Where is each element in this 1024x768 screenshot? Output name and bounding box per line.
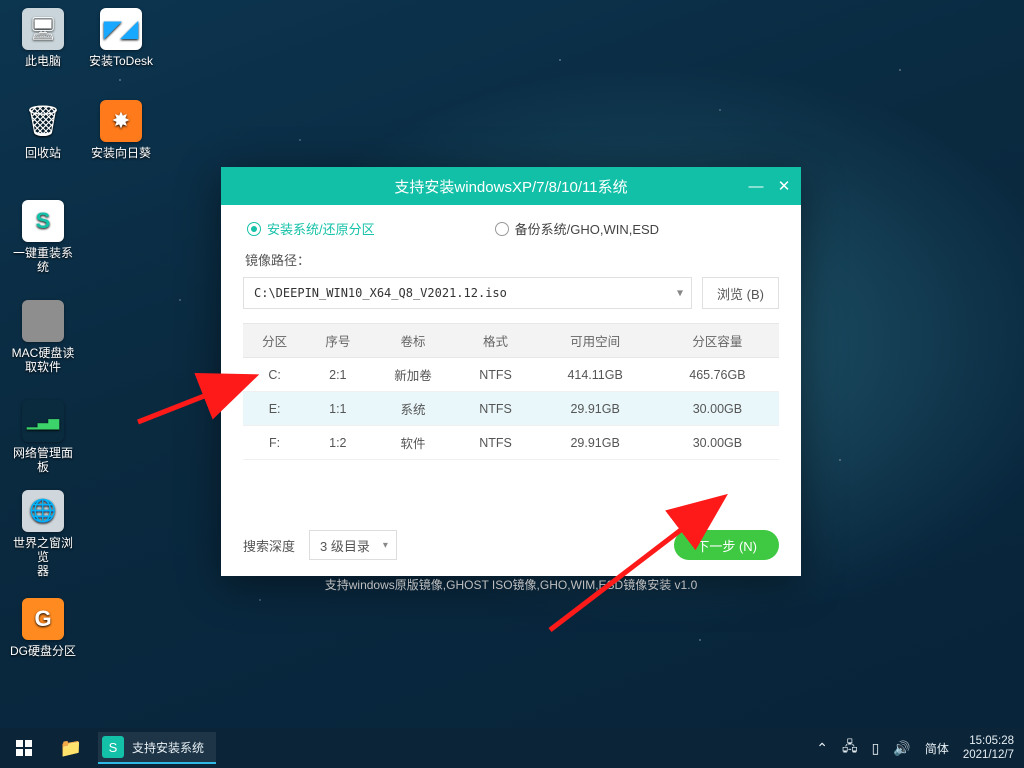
cell-fmt: NTFS [457,358,535,392]
cell-free: 414.11GB [534,358,655,392]
taskbar-explorer[interactable]: 📁 [48,728,94,768]
desktop-icon-label: 此电脑 [8,54,78,68]
app-icon: S [102,736,124,758]
table-row[interactable]: F:1:2软件NTFS29.91GB30.00GB [243,426,779,460]
desktop-icon-todesk[interactable]: ◤◢ 安装ToDesk [86,8,156,68]
desktop-icon-label: 一键重装系统 [8,246,78,274]
image-path-value: C:\DEEPIN_WIN10_X64_Q8_V2021.12.iso [254,286,507,300]
table-row[interactable]: E:1:1系统NTFS29.91GB30.00GB [243,392,779,426]
tray-time: 15:05:28 [963,734,1014,748]
search-depth-select[interactable]: 3 级目录 [309,530,397,560]
window-title: 支持安装windowsXP/7/8/10/11系统 [394,176,627,197]
desktop-icon-network-panel[interactable]: ▁▃▅ 网络管理面板 [8,400,78,474]
cell-part: F: [243,426,306,460]
desktop-icon-label: 安装向日葵 [86,146,156,160]
radio-label: 安装系统/还原分区 [267,219,375,238]
search-depth-value: 3 级目录 [320,536,370,555]
taskbar-app-installer[interactable]: S 支持安装系统 [98,732,216,764]
desktop-icon-mac-disk[interactable]: MAC硬盘读 取软件 [8,300,78,374]
image-path-input[interactable]: C:\DEEPIN_WIN10_X64_Q8_V2021.12.iso ▼ [243,277,692,309]
tray-battery-icon[interactable]: ▯ [872,740,880,757]
installer-window: 支持安装windowsXP/7/8/10/11系统 — ✕ 安装系统/还原分区 … [221,167,801,576]
cell-cap: 30.00GB [656,392,779,426]
desktop-icon-label: 网络管理面板 [8,446,78,474]
folder-icon: 📁 [60,738,82,759]
tray-ime[interactable]: 简体 [925,740,949,757]
desktop-icon-label: 回收站 [8,146,78,160]
desktop-icon-theworld-browser[interactable]: 🌐 世界之窗浏览 器 [8,490,78,578]
desktop-icon-label: DG硬盘分区 [8,644,78,658]
col-partition: 分区 [243,324,306,358]
close-button[interactable]: ✕ [773,175,795,197]
windows-logo-icon [16,740,32,756]
desktop-icon-reinstall[interactable]: S 一键重装系统 [8,200,78,274]
col-volume: 卷标 [369,324,456,358]
desktop-icon-dg-partition[interactable]: G DG硬盘分区 [8,598,78,658]
col-index: 序号 [306,324,369,358]
cell-part: C: [243,358,306,392]
cell-cap: 30.00GB [656,426,779,460]
cell-free: 29.91GB [534,392,655,426]
desktop-icon-label: 世界之窗浏览 器 [8,536,78,578]
cell-cap: 465.76GB [656,358,779,392]
cell-fmt: NTFS [457,392,535,426]
radio-dot-icon [495,222,509,236]
minimize-button[interactable]: — [745,175,767,197]
cell-idx: 1:2 [306,426,369,460]
tray-volume-icon[interactable]: 🔊 [893,740,910,757]
desktop-icon-label: 安装ToDesk [86,54,156,68]
desktop-icon-this-pc[interactable]: 🖥 此电脑 [8,8,78,68]
desktop-icon-sunflower[interactable]: ✸ 安装向日葵 [86,100,156,160]
cell-part: E: [243,392,306,426]
cell-idx: 1:1 [306,392,369,426]
system-tray: ⌃ 🖧 ▯ 🔊 简体 15:05:28 2021/12/7 [816,734,1024,762]
tray-network-icon[interactable]: 🖧 [842,736,858,760]
footer-hint: 支持windows原版镜像,GHOST ISO镜像,GHO,WIM,ESD镜像安… [243,576,779,593]
cell-vol: 系统 [369,392,456,426]
taskbar: 📁 S 支持安装系统 ⌃ 🖧 ▯ 🔊 简体 15:05:28 2021/12/7 [0,728,1024,768]
table-row[interactable]: C:2:1新加卷NTFS414.11GB465.76GB [243,358,779,392]
cell-free: 29.91GB [534,426,655,460]
tray-date: 2021/12/7 [963,748,1014,762]
cell-idx: 2:1 [306,358,369,392]
window-titlebar[interactable]: 支持安装windowsXP/7/8/10/11系统 — ✕ [221,167,801,205]
radio-install-restore[interactable]: 安装系统/还原分区 [247,219,375,238]
browse-button[interactable]: 浏览 (B) [702,277,779,309]
desktop: 🖥 此电脑 ◤◢ 安装ToDesk 🗑 回收站 ✸ 安装向日葵 S 一键重装系统… [0,0,1024,768]
radio-label: 备份系统/GHO,WIN,ESD [515,219,659,238]
tray-chevron-icon[interactable]: ⌃ [816,740,828,757]
next-button[interactable]: 下一步 (N) [674,530,779,560]
dropdown-icon[interactable]: ▼ [677,288,683,299]
start-button[interactable] [0,728,48,768]
taskbar-app-label: 支持安装系统 [132,739,204,756]
col-format: 格式 [457,324,535,358]
search-depth-label: 搜索深度 [243,536,295,555]
image-path-label: 镜像路径： [245,250,779,269]
desktop-icon-label: MAC硬盘读 取软件 [8,346,78,374]
cell-vol: 软件 [369,426,456,460]
radio-dot-icon [247,222,261,236]
cell-fmt: NTFS [457,426,535,460]
tray-clock[interactable]: 15:05:28 2021/12/7 [963,734,1014,762]
col-free: 可用空间 [534,324,655,358]
radio-backup[interactable]: 备份系统/GHO,WIN,ESD [495,219,659,238]
cell-vol: 新加卷 [369,358,456,392]
desktop-icon-recycle-bin[interactable]: 🗑 回收站 [8,100,78,160]
col-capacity: 分区容量 [656,324,779,358]
partition-table: 分区 序号 卷标 格式 可用空间 分区容量 C:2:1新加卷NTFS414.11… [243,323,779,460]
